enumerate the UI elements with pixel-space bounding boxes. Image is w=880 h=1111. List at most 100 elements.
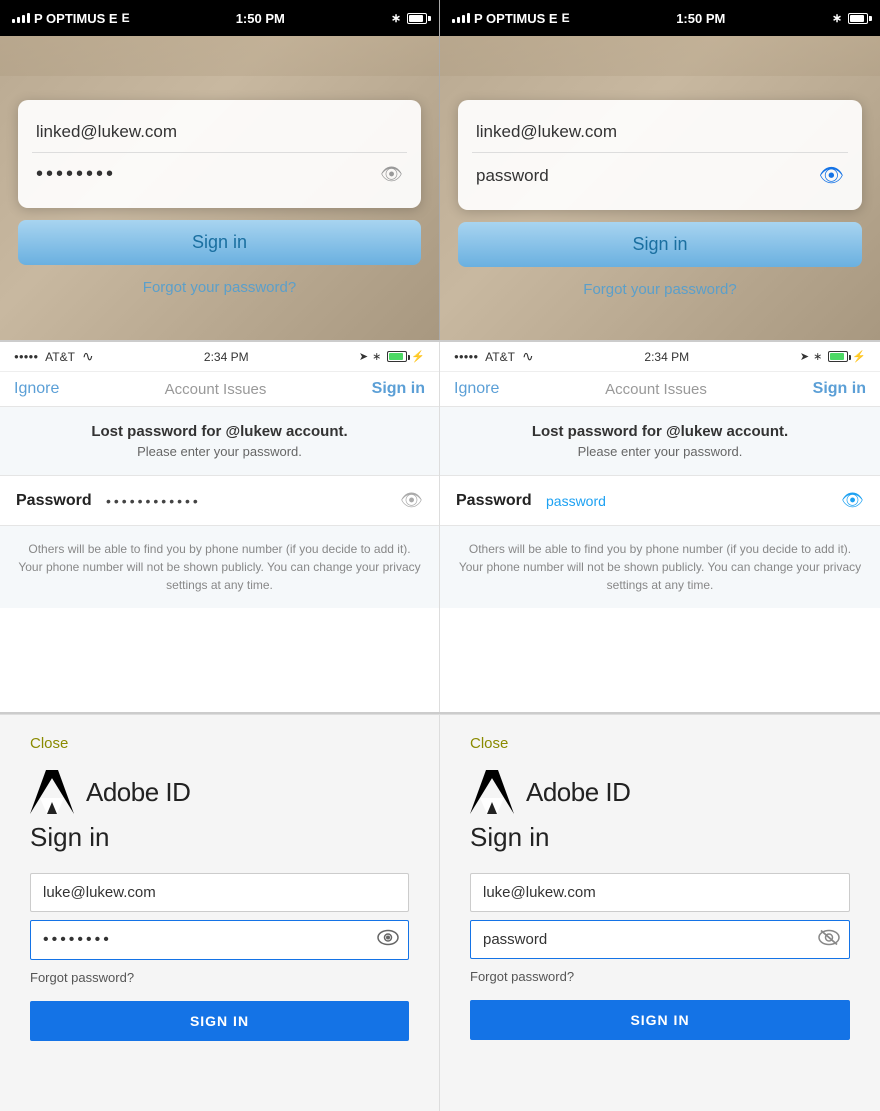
adobe-pw-wrap-right <box>470 920 850 959</box>
tw-info-box-right: Others will be able to find you by phone… <box>440 526 880 608</box>
tw-nav-title-right: Account Issues <box>605 381 707 398</box>
bar2 <box>17 17 20 23</box>
network-type-left: E <box>122 11 130 25</box>
adobe-close-btn-left[interactable]: Close <box>30 735 409 752</box>
eye-open-icon-adobe-left[interactable] <box>377 930 399 951</box>
bluetooth-icon-r: ∗ <box>832 11 842 25</box>
bg-blur-top <box>0 36 439 76</box>
ios-eye-open-right[interactable]: 👁 <box>819 163 844 188</box>
tw-carrier-right: AT&T <box>485 350 515 364</box>
tw-signin-btn-left[interactable]: Sign in <box>372 380 425 398</box>
battery-fill-r <box>850 15 864 22</box>
eye-strikethrough-icon-adobe-right[interactable] <box>818 928 840 951</box>
ios-password-row-left: •••••••• 👁︎ <box>32 153 407 196</box>
tw-pw-dots-left: •••••••••••• <box>106 493 390 509</box>
tw-nav-left: Ignore Account Issues Sign in <box>0 372 439 407</box>
tw-info-text-left: Others will be able to find you by phone… <box>18 542 420 592</box>
tw-ignore-btn-right[interactable]: Ignore <box>454 380 499 398</box>
tw-notice-left: Lost password for @lukew account. Please… <box>0 407 439 476</box>
tw-carrier-left: AT&T <box>45 350 75 364</box>
tw-password-row-right: Password password 👁 <box>440 476 880 526</box>
tw-wifi-left: ∿ <box>82 348 94 365</box>
tw-battery-fill-left <box>389 353 403 360</box>
adobe-signin-btn-label-right: SIGN IN <box>630 1012 689 1028</box>
adobe-forgot-left[interactable]: Forgot password? <box>30 970 409 985</box>
ios-password-text-right: password <box>476 166 819 186</box>
ios-forgot-left[interactable]: Forgot your password? <box>0 273 439 308</box>
ios-email-value-left: linked@lukew.com <box>36 122 403 142</box>
tw-notice-title-left: Lost password for @lukew account. <box>20 423 419 440</box>
tw-battery-left <box>387 351 407 362</box>
ios-screen-visible: P OPTIMUS E E 1:50 PM ∗ linked@lukew.com… <box>440 0 880 340</box>
adobe-logo-icon-right <box>470 770 514 814</box>
tw-location-icon: ➤ <box>359 350 368 363</box>
tw-location-icon-r: ➤ <box>800 350 809 363</box>
tw-notice-title-right: Lost password for @lukew account. <box>460 423 860 440</box>
battery-icon-right <box>848 13 868 24</box>
eye-open-icon-right[interactable]: 👁 <box>841 490 864 511</box>
bar1r <box>452 19 455 23</box>
ios-status-bar-right: P OPTIMUS E E 1:50 PM ∗ <box>440 0 880 36</box>
ios-password-dots-left: •••••••• <box>36 163 380 186</box>
ios-forgot-right[interactable]: Forgot your password? <box>440 275 880 310</box>
ios-signin-btn-left[interactable]: Sign in <box>18 220 421 265</box>
tw-battery-fill-right <box>830 353 844 360</box>
adobe-signin-btn-right[interactable]: SIGN IN <box>470 1000 850 1040</box>
tw-wifi-right: ∿ <box>522 348 534 365</box>
tw-ignore-btn-left[interactable]: Ignore <box>14 380 59 398</box>
adobe-signin-btn-left[interactable]: SIGN IN <box>30 1001 409 1041</box>
ios-status-left: P OPTIMUS E E <box>12 11 130 26</box>
bg-blur-top-r <box>440 36 880 76</box>
ios-status-right: ∗ <box>391 11 427 25</box>
tw-nav-right: Ignore Account Issues Sign in <box>440 372 880 407</box>
ios-card-left: linked@lukew.com •••••••• 👁︎ <box>18 100 421 208</box>
bar4 <box>27 13 30 23</box>
tw-nav-title-left: Account Issues <box>165 381 267 398</box>
adobe-password-input-left[interactable] <box>30 920 409 960</box>
tw-info-text-right: Others will be able to find you by phone… <box>459 542 861 592</box>
ios-forgot-label-right: Forgot your password? <box>583 281 736 298</box>
row1-ios-screens: P OPTIMUS E E 1:50 PM ∗ linked@lukew.com… <box>0 0 880 340</box>
bar1 <box>12 19 15 23</box>
tw-notice-sub-right: Please enter your password. <box>460 444 860 459</box>
adobe-email-input-left[interactable] <box>30 873 409 912</box>
signal-bars <box>12 13 30 23</box>
adobe-forgot-right[interactable]: Forgot password? <box>470 969 850 984</box>
tw-signin-btn-right[interactable]: Sign in <box>813 380 866 398</box>
bar4r <box>467 13 470 23</box>
carrier-right: P OPTIMUS E <box>474 11 558 26</box>
time-right: 1:50 PM <box>676 11 725 26</box>
adobe-close-btn-right[interactable]: Close <box>470 735 850 752</box>
network-type-right: E <box>562 11 570 25</box>
tw-pw-label-left: Password <box>16 492 96 510</box>
ios-signin-btn-right[interactable]: Sign in <box>458 222 862 267</box>
tw-time-right: 2:34 PM <box>644 350 689 364</box>
adobe-logo-row-right: Adobe ID <box>470 770 850 814</box>
adobe-screen-hidden: Close Adobe ID Sign in Forgot pass <box>0 715 440 1111</box>
tw-notice-sub-left: Please enter your password. <box>20 444 419 459</box>
adobe-email-input-right[interactable] <box>470 873 850 912</box>
signal-bars-r <box>452 13 470 23</box>
ios-card-right: linked@lukew.com password 👁 <box>458 100 862 210</box>
ios-screen-hidden: P OPTIMUS E E 1:50 PM ∗ linked@lukew.com… <box>0 0 440 340</box>
tw-battery-right <box>828 351 848 362</box>
adobe-pw-wrap-left <box>30 920 409 960</box>
tw-bluetooth-right: ∗ <box>813 350 822 363</box>
tw-notice-right: Lost password for @lukew account. Please… <box>440 407 880 476</box>
tw-battery-cap-left <box>408 355 410 360</box>
adobe-screen-visible: Close Adobe ID Sign in Forgot pass <box>440 715 880 1111</box>
ios-eye-closed-left[interactable]: 👁︎ <box>380 164 403 185</box>
eye-closed-icon-left[interactable]: 👁︎ <box>400 490 423 511</box>
adobe-logo-text-right: Adobe ID <box>526 777 630 808</box>
adobe-signin-title-left: Sign in <box>30 822 409 853</box>
tw-pw-label-right: Password <box>456 492 536 510</box>
bluetooth-icon: ∗ <box>391 11 401 25</box>
adobe-password-input-right[interactable] <box>470 920 850 959</box>
twitter-screen-visible: ●●●●● AT&T ∿ 2:34 PM ➤ ∗ ⚡ Ignore Accoun… <box>440 342 880 712</box>
tw-battery-cap-right <box>849 355 851 360</box>
ios-signin-label-right: Sign in <box>632 234 687 254</box>
tw-info-box-left: Others will be able to find you by phone… <box>0 526 439 608</box>
carrier-left: P OPTIMUS E <box>34 11 118 26</box>
tw-bluetooth-left: ∗ <box>372 350 381 363</box>
adobe-logo-text-left: Adobe ID <box>86 777 190 808</box>
